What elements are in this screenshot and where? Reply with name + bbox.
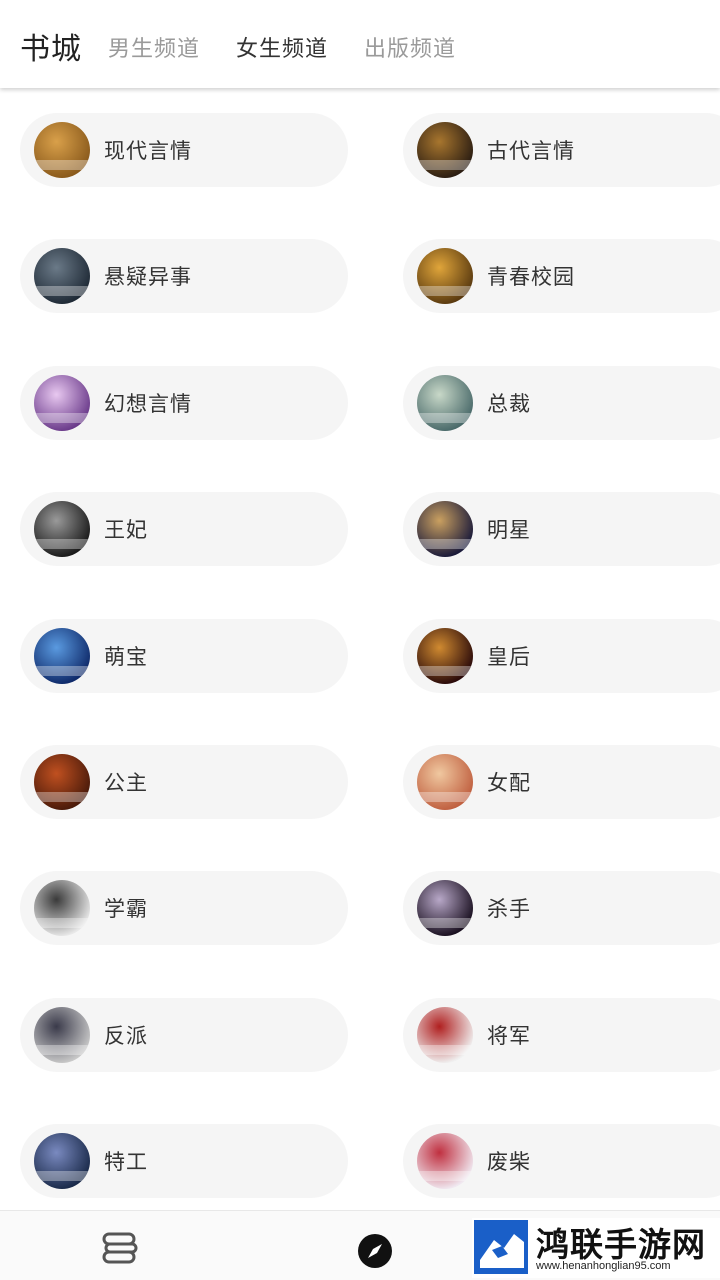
category-cover-thumbnail: [34, 501, 90, 558]
category-label: 王妃: [104, 518, 148, 543]
page-title: 书城: [20, 32, 82, 67]
category-label: 学霸: [104, 897, 148, 922]
category-item[interactable]: 明星: [403, 492, 720, 567]
category-label: 悬疑异事: [104, 265, 192, 290]
category-label: 女配: [487, 771, 531, 795]
category-label: 反派: [104, 1023, 148, 1048]
category-cover-thumbnail: [34, 1133, 90, 1190]
watermark-name: 鸿联手游网: [536, 1225, 706, 1264]
category-cover-thumbnail: [34, 248, 90, 305]
discover-compass-icon[interactable]: [357, 1233, 393, 1269]
category-cover-thumbnail: [34, 122, 90, 178]
category-cover-thumbnail: [417, 627, 473, 684]
category-item[interactable]: 杀手: [403, 871, 720, 946]
category-item[interactable]: 王妃: [20, 492, 348, 567]
category-label: 现代言情: [104, 139, 192, 163]
category-label: 萌宝: [104, 644, 148, 669]
category-label: 特工: [104, 1150, 148, 1175]
category-cover-thumbnail: [34, 754, 90, 810]
category-item[interactable]: 将军: [403, 997, 720, 1072]
category-cover-thumbnail: [34, 374, 90, 431]
category-item[interactable]: 废柴: [403, 1124, 720, 1199]
tab-female-channel[interactable]: 女生频道: [236, 31, 328, 63]
category-item[interactable]: 学霸: [20, 871, 348, 946]
category-cover-thumbnail: [34, 880, 90, 937]
category-label: 古代言情: [487, 139, 575, 163]
category-item[interactable]: 悬疑异事: [20, 239, 348, 314]
category-grid: 现代言情 古代言情悬疑异事 青春校园幻想言情 总裁王妃 明星萌宝 皇后公主 女配学霸 杀手反派…: [0, 88, 720, 1210]
category-cover-thumbnail: [417, 1006, 473, 1063]
category-label: 废柴: [487, 1150, 531, 1175]
category-item[interactable]: 现代言情: [20, 113, 348, 187]
tab-male-channel[interactable]: 男生频道: [108, 31, 200, 63]
category-cover-thumbnail: [417, 248, 473, 305]
category-item[interactable]: 女配: [403, 745, 720, 819]
category-label: 将军: [487, 1023, 531, 1048]
category-item[interactable]: 公主: [20, 745, 348, 819]
category-item[interactable]: 总裁: [403, 365, 720, 440]
watermark-logo-icon: [474, 1220, 528, 1274]
category-cover-thumbnail: [34, 1006, 90, 1063]
bookshelf-icon[interactable]: [100, 1231, 140, 1265]
category-item[interactable]: 皇后: [403, 618, 720, 693]
category-label: 明星: [487, 518, 531, 543]
category-cover-thumbnail: [34, 627, 90, 684]
category-cover-thumbnail: [417, 754, 473, 810]
category-label: 杀手: [487, 897, 531, 922]
category-label: 幻想言情: [104, 391, 192, 416]
top-header: 书城 男生频道 女生频道 出版频道: [0, 0, 720, 88]
site-watermark: 鸿联手游网 www.henanhonglian95.com: [472, 1218, 720, 1278]
category-item[interactable]: 幻想言情: [20, 365, 348, 440]
category-item[interactable]: 萌宝: [20, 618, 348, 693]
tab-publish-channel[interactable]: 出版频道: [364, 31, 456, 63]
category-cover-thumbnail: [417, 880, 473, 937]
category-label: 公主: [104, 771, 148, 795]
category-cover-thumbnail: [417, 122, 473, 178]
category-item[interactable]: 青春校园: [403, 239, 720, 314]
category-label: 总裁: [487, 391, 531, 416]
category-label: 青春校园: [487, 265, 575, 290]
category-cover-thumbnail: [417, 501, 473, 558]
watermark-url: www.henanhonglian95.com: [536, 1260, 671, 1272]
category-item[interactable]: 古代言情: [403, 113, 720, 187]
category-label: 皇后: [487, 644, 531, 669]
category-item[interactable]: 反派: [20, 997, 348, 1072]
category-cover-thumbnail: [417, 1133, 473, 1190]
category-item[interactable]: 特工: [20, 1124, 348, 1199]
category-cover-thumbnail: [417, 374, 473, 431]
